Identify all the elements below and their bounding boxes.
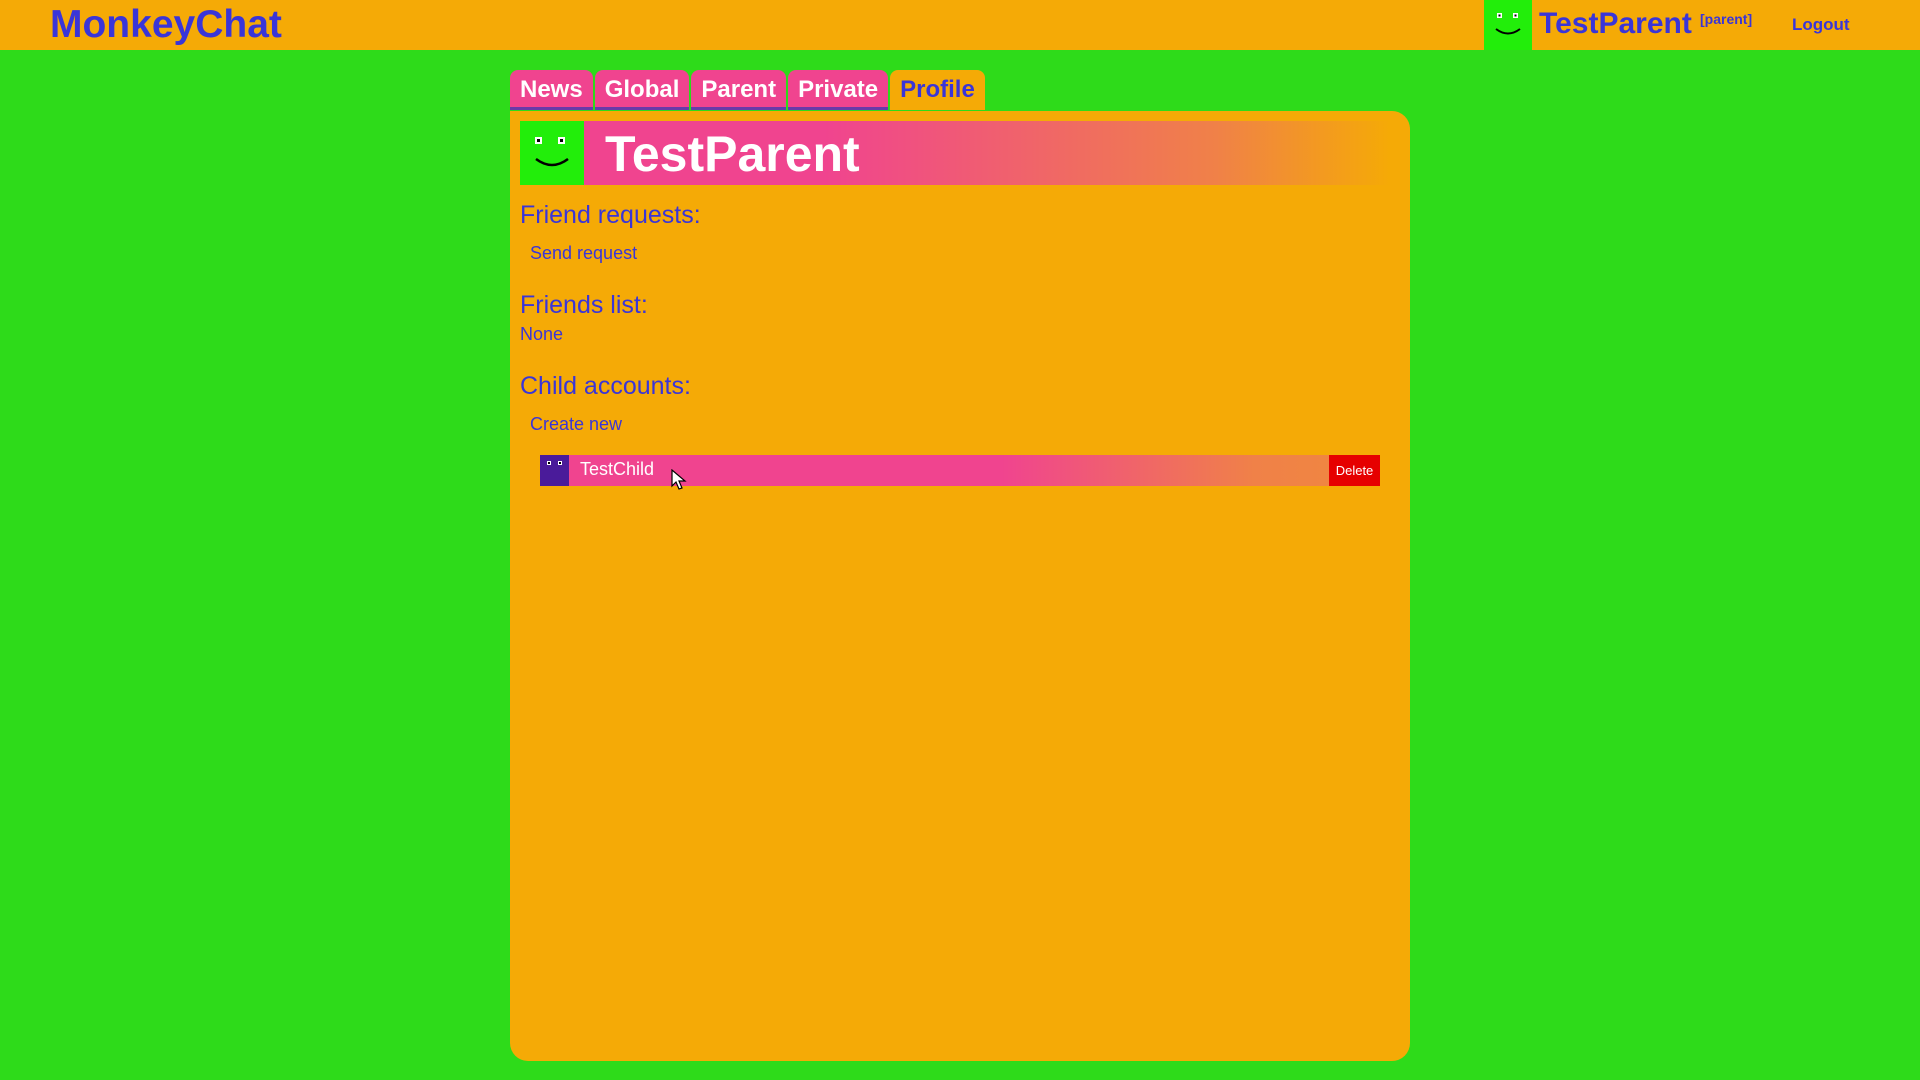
child-accounts-heading: Child accounts: <box>520 372 691 400</box>
send-request-button[interactable]: Send request <box>530 243 637 264</box>
create-child-button[interactable]: Create new <box>530 414 622 435</box>
tab-private[interactable]: Private <box>788 70 889 110</box>
profile-header: TestParent <box>520 121 1390 185</box>
tab-global[interactable]: Global <box>594 70 690 110</box>
profile-avatar <box>520 121 584 185</box>
mouse-pointer-icon <box>671 469 687 490</box>
profile-name: TestParent <box>605 126 860 182</box>
logout-button[interactable]: Logout <box>1792 15 1850 35</box>
friend-requests-heading: Friend requests: <box>520 201 701 229</box>
current-user-name[interactable]: TestParent <box>1539 6 1692 42</box>
child-avatar <box>540 455 569 486</box>
tab-profile[interactable]: Profile <box>890 70 985 110</box>
profile-panel: TestParent Friend requests: Send request… <box>510 111 1410 1061</box>
child-account-row[interactable]: TestChild Delete <box>540 455 1380 486</box>
top-bar: MonkeyChat TestParent [parent] Logout <box>0 0 1920 50</box>
tab-parent[interactable]: Parent <box>691 70 787 110</box>
brand-logo-link[interactable]: MonkeyChat <box>50 3 282 47</box>
user-role-badge: [parent] <box>1700 11 1753 27</box>
smiley-face-icon <box>535 137 569 167</box>
friends-list-empty: None <box>520 324 564 344</box>
smiley-face-icon <box>547 461 562 465</box>
child-name[interactable]: TestChild <box>580 459 654 480</box>
smiley-face-icon <box>1495 13 1521 35</box>
friends-list-heading: Friends list: <box>520 291 648 319</box>
delete-child-button[interactable]: Delete <box>1329 455 1380 486</box>
user-avatar[interactable] <box>1484 0 1532 50</box>
tab-news[interactable]: News <box>510 70 593 110</box>
main-tabs: News Global Parent Private Profile <box>510 70 987 110</box>
